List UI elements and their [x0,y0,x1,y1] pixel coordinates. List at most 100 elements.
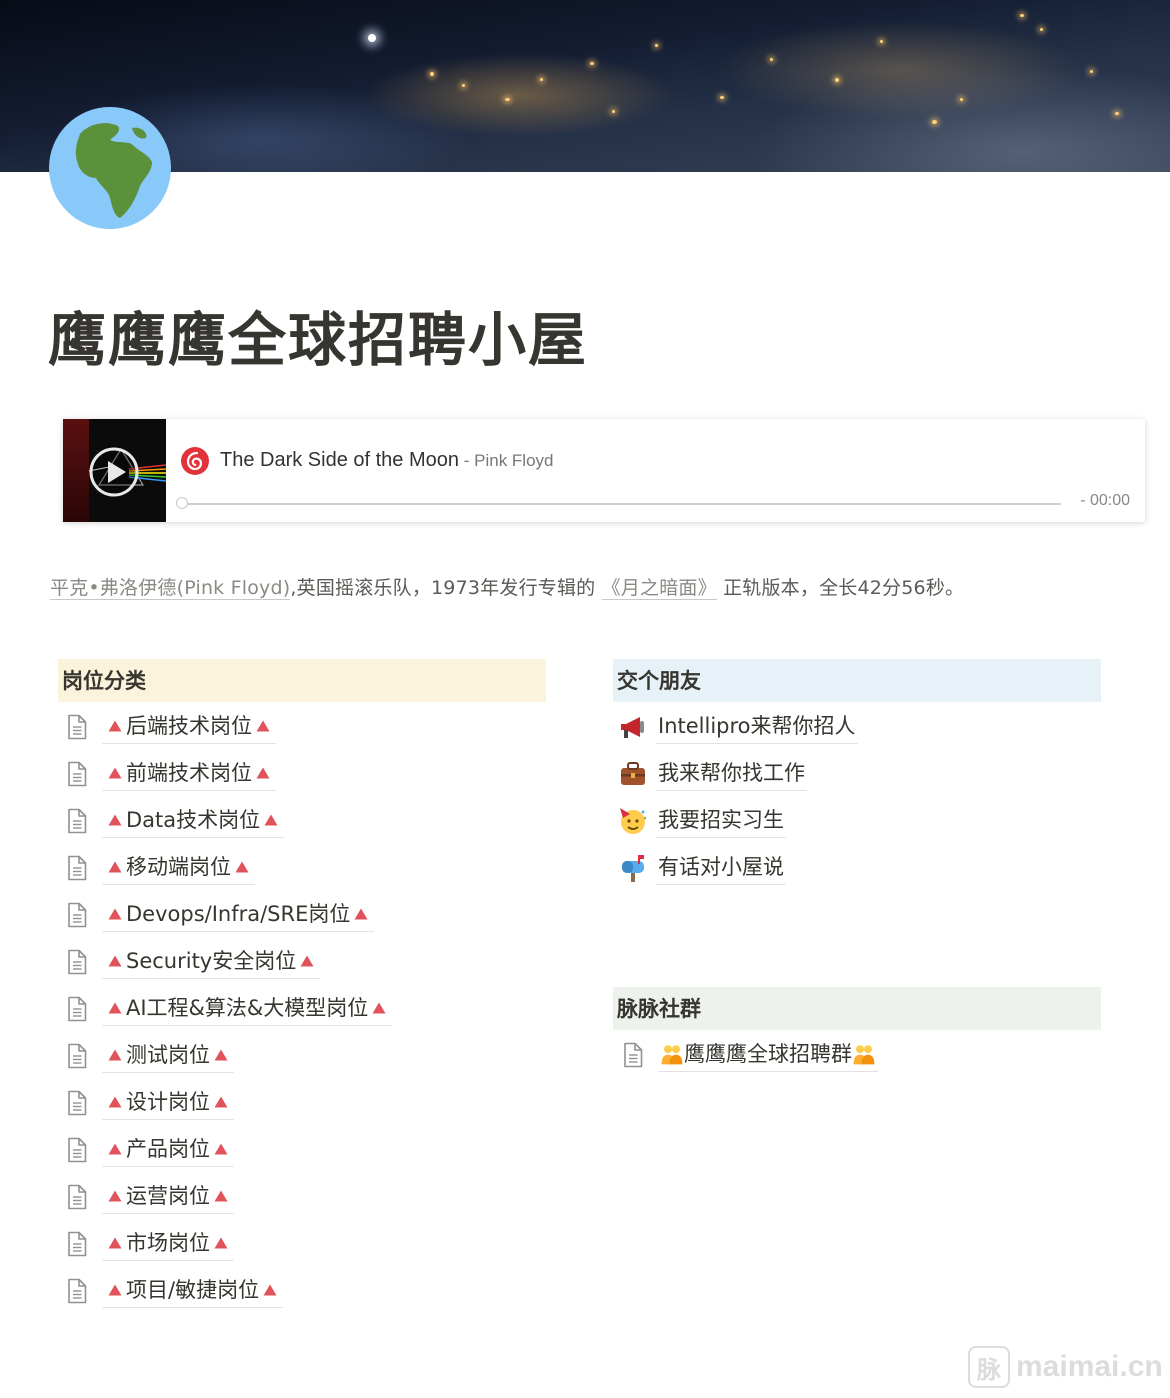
description-text-2: 正轨版本，全长42分56秒。 [723,577,965,599]
up-triangle-icon [214,1143,228,1154]
friends-item[interactable]: Intellipro来帮你招人 [618,707,858,747]
album-link[interactable]: 《月之暗面》 [601,577,717,600]
job-category-label: Data技术岗位 [126,807,261,832]
job-category-link[interactable]: Security安全岗位 [102,946,321,979]
watermark-seal: 脉 [968,1346,1010,1388]
up-triangle-icon [372,1002,386,1013]
people-icon [853,1044,875,1064]
job-category-item[interactable]: Security安全岗位 [66,942,321,982]
pink-floyd-link[interactable]: 平克•弗洛伊德(Pink Floyd) [50,577,291,600]
community-header: 脉脉社群 [613,987,1101,1030]
friends-header: 交个朋友 [613,659,1101,702]
netease-music-icon [181,447,209,475]
job-category-link[interactable]: AI工程&算法&大模型岗位 [102,993,393,1026]
friends-item-link[interactable]: 有话对小屋说 [656,852,786,885]
progress-bar[interactable] [183,503,1061,505]
up-triangle-icon [108,1237,122,1248]
friends-item-label: 我来帮你找工作 [658,760,805,785]
job-category-link[interactable]: 产品岗位 [102,1134,234,1167]
page-icon [68,1184,87,1210]
job-category-item[interactable]: 运营岗位 [66,1177,234,1217]
community-item[interactable]: 鹰鹰鹰全球招聘群 [622,1035,878,1075]
page-icon [68,1278,87,1304]
job-category-label: 后端技术岗位 [126,713,252,738]
page-icon [68,1231,87,1257]
play-icon[interactable] [89,447,139,497]
up-triangle-icon [108,814,122,825]
up-triangle-icon [108,1002,122,1013]
music-player[interactable]: The Dark Side of the Moon - Pink Floyd -… [63,419,1145,522]
job-category-link[interactable]: 运营岗位 [102,1181,234,1214]
up-triangle-icon [214,1237,228,1248]
up-triangle-icon [108,1190,122,1201]
job-category-label: 移动端岗位 [126,854,231,879]
job-category-item[interactable]: 测试岗位 [66,1036,234,1076]
job-category-item[interactable]: 项目/敏捷岗位 [66,1271,284,1311]
up-triangle-icon [214,1049,228,1060]
job-category-link[interactable]: Data技术岗位 [102,805,285,838]
progress-knob[interactable] [176,497,188,509]
job-category-link[interactable]: 后端技术岗位 [102,711,276,744]
page-icon [624,1042,643,1068]
up-triangle-icon [263,1284,277,1295]
maimai-watermark: 脉 maimai.cn [968,1346,1163,1388]
job-category-link[interactable]: 前端技术岗位 [102,758,276,791]
watermark-text: maimai.cn [1016,1350,1163,1383]
job-category-label: AI工程&算法&大模型岗位 [126,995,369,1020]
up-triangle-icon [108,908,122,919]
page-icon [68,808,87,834]
description: 平克•弗洛伊德(Pink Floyd),英国摇滚乐队，1973年发行专辑的 《月… [50,573,964,600]
friends-item-label: 有话对小屋说 [658,854,784,879]
page-icon [68,996,87,1022]
city-lights [0,0,1170,172]
friends-item-link[interactable]: 我来帮你找工作 [656,758,807,791]
job-category-item[interactable]: AI工程&算法&大模型岗位 [66,989,393,1029]
album-cover [63,419,166,522]
track-time: - 00:00 [1080,492,1130,509]
up-triangle-icon [108,1284,122,1295]
job-category-item[interactable]: 前端技术岗位 [66,754,276,794]
page-icon [68,1137,87,1163]
job-category-label: 测试岗位 [126,1042,210,1067]
up-triangle-icon [214,1096,228,1107]
up-triangle-icon [256,720,270,731]
community-item-link[interactable]: 鹰鹰鹰全球招聘群 [658,1039,878,1072]
page-icon [68,761,87,787]
friends-item-label: Intellipro来帮你招人 [658,713,856,738]
job-category-link[interactable]: 测试岗位 [102,1040,234,1073]
friends-item[interactable]: 我要招实习生 [618,801,786,841]
friends-item[interactable]: 有话对小屋说 [618,848,786,888]
people-icon [661,1044,683,1064]
description-text-1: ,英国摇滚乐队，1973年发行专辑的 [290,577,596,599]
friends-item-link[interactable]: Intellipro来帮你招人 [656,711,858,744]
up-triangle-icon [108,1143,122,1154]
job-category-item[interactable]: Data技术岗位 [66,801,285,841]
friends-item[interactable]: 我来帮你找工作 [618,754,807,794]
page-icon [68,855,87,881]
job-category-item[interactable]: 后端技术岗位 [66,707,276,747]
job-category-item[interactable]: 设计岗位 [66,1083,234,1123]
up-triangle-icon [264,814,278,825]
track-info: The Dark Side of the Moon - Pink Floyd [220,449,554,472]
megaphone-icon [621,717,644,738]
page-icon [68,949,87,975]
up-triangle-icon [108,1049,122,1060]
job-category-link[interactable]: 设计岗位 [102,1087,234,1120]
track-title: The Dark Side of the Moon [220,449,460,471]
job-category-link[interactable]: 项目/敏捷岗位 [102,1275,284,1308]
job-category-link[interactable]: 市场岗位 [102,1228,234,1261]
up-triangle-icon [108,720,122,731]
job-category-item[interactable]: Devops/Infra/SRE岗位 [66,895,375,935]
job-category-item[interactable]: 市场岗位 [66,1224,234,1264]
job-category-label: Security安全岗位 [126,948,297,973]
job-category-label: 设计岗位 [126,1089,210,1114]
job-category-link[interactable]: 移动端岗位 [102,852,255,885]
job-category-link[interactable]: Devops/Infra/SRE岗位 [102,899,375,932]
job-category-item[interactable]: 移动端岗位 [66,848,255,888]
job-category-label: Devops/Infra/SRE岗位 [126,901,351,926]
page-icon [68,714,87,740]
friends-item-link[interactable]: 我要招实习生 [656,805,786,838]
job-category-item[interactable]: 产品岗位 [66,1130,234,1170]
job-category-label: 市场岗位 [126,1230,210,1255]
up-triangle-icon [235,861,249,872]
